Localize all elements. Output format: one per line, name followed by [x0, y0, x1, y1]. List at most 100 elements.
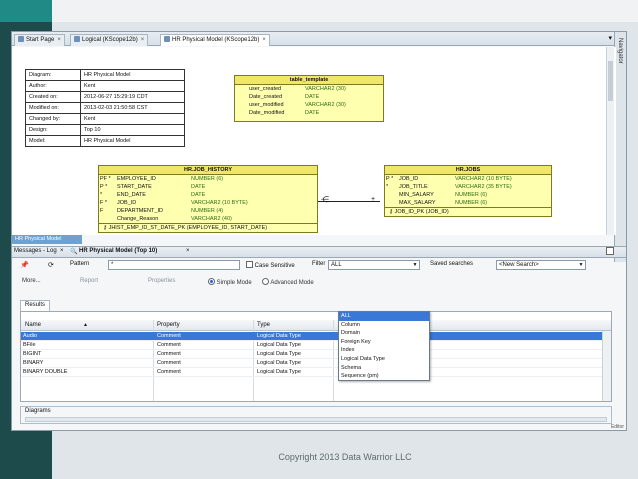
entity-hr-job-history[interactable]: HR.JOB_HISTORY PF * EMPLOYEE_ID NUMBER (6)… [98, 165, 318, 233]
relationship-end-icon: + [371, 196, 376, 203]
filter-option-schema[interactable]: Schema [339, 364, 429, 373]
saved-searches-select[interactable]: <New Search> ▼ [496, 260, 586, 270]
filter-dropdown-list[interactable]: ALL Column Domain Foreign Key Index Logi… [338, 311, 430, 381]
column-name: JOB_TITLE [399, 184, 428, 190]
advanced-mode-radio[interactable]: Advanced Mode [262, 278, 314, 286]
slide-accent [0, 0, 52, 22]
info-key: Author: [25, 80, 81, 92]
close-icon[interactable]: × [57, 37, 61, 43]
saved-searches-label: Saved searches [430, 261, 474, 267]
filter-option-sequence[interactable]: Sequence (pm) [339, 372, 429, 381]
diagram-vertical-scrollbar[interactable] [606, 47, 614, 235]
entity-hr-jobs[interactable]: HR.JOBS P * JOB_ID VARCHAR2 (10 BYTE) * JOB… [384, 165, 552, 217]
column-name: END_DATE [117, 192, 146, 198]
report-button[interactable]: Report [80, 278, 98, 284]
filter-select[interactable]: ALL ▼ [328, 260, 420, 270]
diagrams-scrollbar[interactable] [25, 417, 607, 422]
table-row[interactable]: BINARY Comment Logical Data Type [21, 359, 611, 368]
column-header-property[interactable]: Property [157, 322, 180, 328]
entity-column-row[interactable]: Date_modified DATE [235, 109, 383, 117]
scroll-thumb[interactable] [608, 61, 613, 101]
table-row[interactable]: BIGINT Comment Logical Data Type [21, 350, 611, 359]
pin-icon[interactable]: 📌 [20, 261, 29, 269]
entity-column-row[interactable]: P * START_DATE DATE [99, 183, 317, 191]
ide-window: Start Page × Logical (KScope12b) × HR Phys… [11, 31, 627, 431]
filter-option-domain[interactable]: Domain [339, 329, 429, 338]
entity-column-row[interactable]: Change_Reason VARCHAR2 (40) [99, 215, 317, 223]
entity-column-row[interactable]: user_created VARCHAR2 (30) [235, 85, 383, 93]
entity-column-row[interactable]: F DEPARTMENT_ID NUMBER (4) [99, 207, 317, 215]
index-key-icon: ⚷ [389, 209, 394, 215]
tab-results[interactable]: Results [20, 300, 51, 311]
column-header-name[interactable]: Name [25, 322, 41, 328]
info-value: Top 10 [80, 124, 185, 136]
table-row[interactable]: BFile Comment Logical Data Type [21, 341, 611, 350]
info-row: Model: HR Physical Model [25, 135, 185, 147]
entity-column-row[interactable]: user_modified VARCHAR2 (30) [235, 101, 383, 109]
tab-start-page[interactable]: Start Page × [14, 34, 65, 46]
column-type: VARCHAR2 (10 BYTE) [455, 176, 512, 182]
minimize-icon[interactable] [606, 247, 614, 255]
filter-option-logical-data-type[interactable]: Logical Data Type [339, 355, 429, 364]
entity-column-row[interactable]: Date_created DATE [235, 93, 383, 101]
entity-column-row[interactable]: PF * EMPLOYEE_ID NUMBER (6) [99, 175, 317, 183]
column-name: Change_Reason [117, 216, 159, 222]
slide-top-band [52, 0, 638, 22]
column-name: user_created [249, 86, 282, 92]
info-row: Modified on: 2013-02-03 21:50:58 CST [25, 102, 185, 114]
entity-column-row[interactable]: F * JOB_ID VARCHAR2 (10 BYTE) [99, 199, 317, 207]
entity-index-row[interactable]: ⚷ JOB_ID_PK (JOB_ID) [385, 207, 551, 216]
entity-title: table_template [235, 76, 383, 85]
entity-column-row[interactable]: MIN_SALARY NUMBER (6) [385, 191, 551, 199]
column-name: Date_created [249, 94, 283, 100]
cell-type: Logical Data Type [257, 369, 301, 375]
close-icon[interactable]: × [186, 248, 190, 254]
index-key-icon: ⚷ [103, 225, 108, 231]
grid-vertical-scrollbar[interactable] [602, 331, 611, 401]
tab-hr-physical-model[interactable]: HR Physical Model (KScope12b) × [160, 34, 270, 46]
column-key-marker: * [386, 184, 389, 190]
filter-option-column[interactable]: Column [339, 321, 429, 330]
filter-option-index[interactable]: Index [339, 346, 429, 355]
column-type: DATE [305, 110, 320, 116]
results-grid[interactable]: Name ▲ Property Type Audio Comment Logical… [20, 311, 612, 402]
entity-column-row[interactable]: MAX_SALARY NUMBER (6) [385, 199, 551, 207]
entity-index-row[interactable]: ⚷ JHIST_EMP_ID_ST_DATE_PK (EMPLOYEE_ID, … [99, 223, 317, 232]
close-icon[interactable]: × [262, 37, 266, 43]
refresh-icon[interactable]: ⟳ [48, 261, 54, 269]
filter-option-foreign-key[interactable]: Foreign Key [339, 338, 429, 347]
entity-column-row[interactable]: P * JOB_ID VARCHAR2 (10 BYTE) [385, 175, 551, 183]
search-results-tab[interactable]: HR Physical Model (Top 10) [79, 248, 157, 254]
cell-type: Logical Data Type [257, 342, 301, 348]
column-type: VARCHAR2 (30) [305, 102, 346, 108]
cell-property: Comment [157, 351, 181, 357]
case-sensitive-checkbox[interactable]: Case Sensitive [246, 261, 295, 269]
tab-list-dropdown-icon[interactable]: ▾ [608, 34, 612, 42]
table-row[interactable]: BINARY DOUBLE Comment Logical Data Type [21, 368, 611, 377]
diagram-tab-hr-physical-model[interactable]: HR Physical Model [12, 235, 82, 244]
properties-button[interactable]: Properties [148, 278, 175, 284]
more-button[interactable]: More... [22, 278, 41, 284]
grid-header: Name ▲ Property Type [21, 320, 611, 331]
table-row[interactable]: Audio Comment Logical Data Type [21, 332, 611, 341]
close-icon[interactable]: × [60, 248, 64, 254]
entity-column-row[interactable]: * JOB_TITLE VARCHAR2 (35 BYTE) [385, 183, 551, 191]
entity-column-row[interactable]: * END_DATE DATE [99, 191, 317, 199]
pattern-input[interactable]: * [108, 260, 240, 270]
close-icon[interactable]: × [141, 37, 145, 43]
info-value: HR Physical Model [80, 135, 185, 147]
advanced-mode-label: Advanced Mode [270, 280, 314, 286]
column-type: VARCHAR2 (10 BYTE) [191, 200, 248, 206]
diagram-canvas[interactable]: Diagram: HR Physical Model Author: Kent Cr… [12, 47, 616, 235]
relationship-crowfoot-icon: ⋲ [321, 195, 329, 204]
entity-table-template[interactable]: table_template user_created VARCHAR2 (30)… [234, 75, 384, 122]
filter-option-all[interactable]: ALL [339, 312, 429, 321]
tab-logical[interactable]: Logical (KScope12b) × [70, 34, 149, 46]
column-name: JOB_ID [399, 176, 419, 182]
cell-name: BIGINT [23, 351, 42, 357]
messages-log-tab[interactable]: Messages - Log [14, 248, 57, 254]
cell-name: BINARY [23, 360, 44, 366]
simple-mode-radio[interactable]: Simple Mode [208, 278, 252, 286]
navigator-label: Navigator [617, 38, 623, 64]
column-header-type[interactable]: Type [257, 322, 270, 328]
